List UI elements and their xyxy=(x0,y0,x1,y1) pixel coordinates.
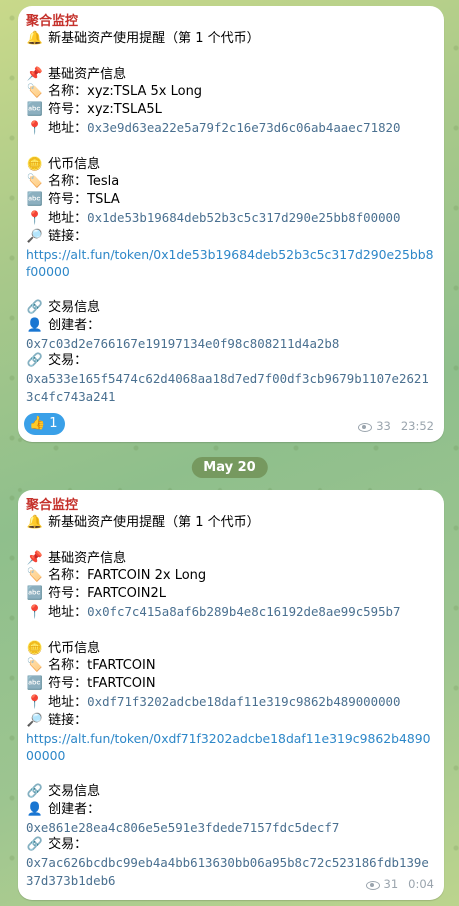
message-bubble-1[interactable]: 聚合监控 🔔 新基础资产使用提醒（第 1 个代币） 📌 基础资产信息 🏷️ 名称… xyxy=(18,6,444,442)
token-link[interactable]: https://alt.fun/token/0x1de53b19684deb52… xyxy=(26,246,434,282)
abc-icon: 🔤 xyxy=(26,102,44,118)
label-tag-icon: 🏷️ xyxy=(26,84,44,100)
base-symbol-value: FARTCOIN2L xyxy=(87,586,166,602)
abc-icon: 🔤 xyxy=(26,676,44,692)
sender-name[interactable]: 聚合监控 xyxy=(26,13,434,30)
reaction-count: 1 xyxy=(49,416,58,432)
token-address-value[interactable]: 0x1de53b19684deb52b3c5c317d290e25bb8f000… xyxy=(87,210,400,225)
creator-label: 创建者： xyxy=(48,317,101,333)
message-meta: 33 23:52 xyxy=(358,418,434,436)
view-count: 31 xyxy=(383,877,399,892)
token-info-title: 代币信息 xyxy=(48,156,101,172)
link-label: 链接： xyxy=(48,712,88,728)
base-symbol-label: 符号： xyxy=(48,102,88,118)
user-icon: 👤 xyxy=(26,801,44,817)
magnifier-icon: 🔎 xyxy=(26,712,44,728)
base-asset-title: 基础资产信息 xyxy=(48,66,127,82)
location-pin-icon: 📍 xyxy=(26,210,44,226)
tx-info-title: 交易信息 xyxy=(48,299,101,315)
label-tag-icon: 🏷️ xyxy=(26,568,44,584)
token-symbol-value: tFARTCOIN xyxy=(87,676,156,692)
base-name-value: xyz:TSLA 5x Long xyxy=(87,84,203,100)
message-bubble-2[interactable]: 聚合监控 🔔 新基础资产使用提醒（第 1 个代币） 📌 基础资产信息 🏷️ 名称… xyxy=(18,490,444,900)
coin-icon: 🪙 xyxy=(26,156,44,172)
tx-hash[interactable]: 0xa533e165f5474c62d4068aa18d7ed7f00df3cb… xyxy=(26,370,434,406)
coin-icon: 🪙 xyxy=(26,640,44,656)
thumbs-up-reaction[interactable]: 👍 1 xyxy=(24,413,66,435)
token-address-label: 地址： xyxy=(48,694,88,710)
token-address-label: 地址： xyxy=(48,210,88,226)
base-name-label: 名称： xyxy=(48,84,88,100)
token-symbol-value: TSLA xyxy=(87,192,120,208)
thumbs-up-icon: 👍 xyxy=(29,416,46,432)
base-address-value[interactable]: 0x0fc7c415a8af6b289b4e8c16192de8ae99c595… xyxy=(87,604,400,619)
base-name-value: FARTCOIN 2x Long xyxy=(87,568,207,584)
abc-icon: 🔤 xyxy=(26,192,44,208)
base-name-label: 名称： xyxy=(48,568,88,584)
tx-info-title: 交易信息 xyxy=(48,783,101,799)
chain-link-icon: 🔗 xyxy=(26,837,44,853)
message-meta: 31 0:04 xyxy=(365,876,434,894)
location-pin-icon: 📍 xyxy=(26,694,44,710)
sender-name[interactable]: 聚合监控 xyxy=(26,497,434,514)
token-name-label: 名称： xyxy=(48,174,88,190)
token-name-value: Tesla xyxy=(87,174,120,190)
eye-icon xyxy=(365,880,380,890)
abc-icon: 🔤 xyxy=(26,586,44,602)
chain-link-icon: 🔗 xyxy=(26,783,44,799)
base-address-value[interactable]: 0x3e9d63ea22e5a79f2c16e73d6c06ab4aaec718… xyxy=(87,120,400,135)
token-address-value[interactable]: 0xdf71f3202adcbe18daf11e319c9862b4890000… xyxy=(87,694,400,709)
token-name-label: 名称： xyxy=(48,658,88,674)
pin-icon: 📌 xyxy=(26,550,44,566)
tx-label: 交易： xyxy=(48,353,88,369)
base-symbol-label: 符号： xyxy=(48,586,88,602)
tx-label: 交易： xyxy=(48,837,88,853)
base-address-label: 地址： xyxy=(48,604,88,620)
token-symbol-label: 符号： xyxy=(48,192,88,208)
message-time: 0:04 xyxy=(408,877,434,892)
location-pin-icon: 📍 xyxy=(26,604,44,620)
magnifier-icon: 🔎 xyxy=(26,228,44,244)
alert-header: 新基础资产使用提醒（第 1 个代币） xyxy=(48,31,260,46)
base-symbol-value: xyz:TSLA5L xyxy=(87,102,162,118)
eye-icon xyxy=(358,422,373,432)
token-symbol-label: 符号： xyxy=(48,676,88,692)
label-tag-icon: 🏷️ xyxy=(26,174,44,190)
link-label: 链接： xyxy=(48,228,88,244)
date-divider[interactable]: May 20 xyxy=(191,457,268,478)
token-link[interactable]: https://alt.fun/token/0xdf71f3202adcbe18… xyxy=(26,730,434,766)
bell-icon: 🔔 xyxy=(26,31,44,46)
creator-address[interactable]: 0xe861e28ea4c806e5e591e3fdede7157fdc5dec… xyxy=(26,819,434,837)
token-info-title: 代币信息 xyxy=(48,640,101,656)
alert-header: 新基础资产使用提醒（第 1 个代币） xyxy=(48,515,260,530)
view-count: 33 xyxy=(376,419,391,434)
token-name-value: tFARTCOIN xyxy=(87,658,156,674)
user-icon: 👤 xyxy=(26,317,44,333)
message-time: 23:52 xyxy=(400,419,434,434)
location-pin-icon: 📍 xyxy=(26,120,44,136)
base-asset-title: 基础资产信息 xyxy=(48,550,127,566)
bell-icon: 🔔 xyxy=(26,515,44,530)
chain-link-icon: 🔗 xyxy=(26,353,44,369)
base-address-label: 地址： xyxy=(48,120,88,136)
label-tag-icon: 🏷️ xyxy=(26,658,44,674)
pin-icon: 📌 xyxy=(26,66,44,82)
chain-link-icon: 🔗 xyxy=(26,299,44,315)
creator-label: 创建者： xyxy=(48,801,101,817)
creator-address[interactable]: 0x7c03d2e766167e19197134e0f98c808211d4a2… xyxy=(26,335,434,353)
